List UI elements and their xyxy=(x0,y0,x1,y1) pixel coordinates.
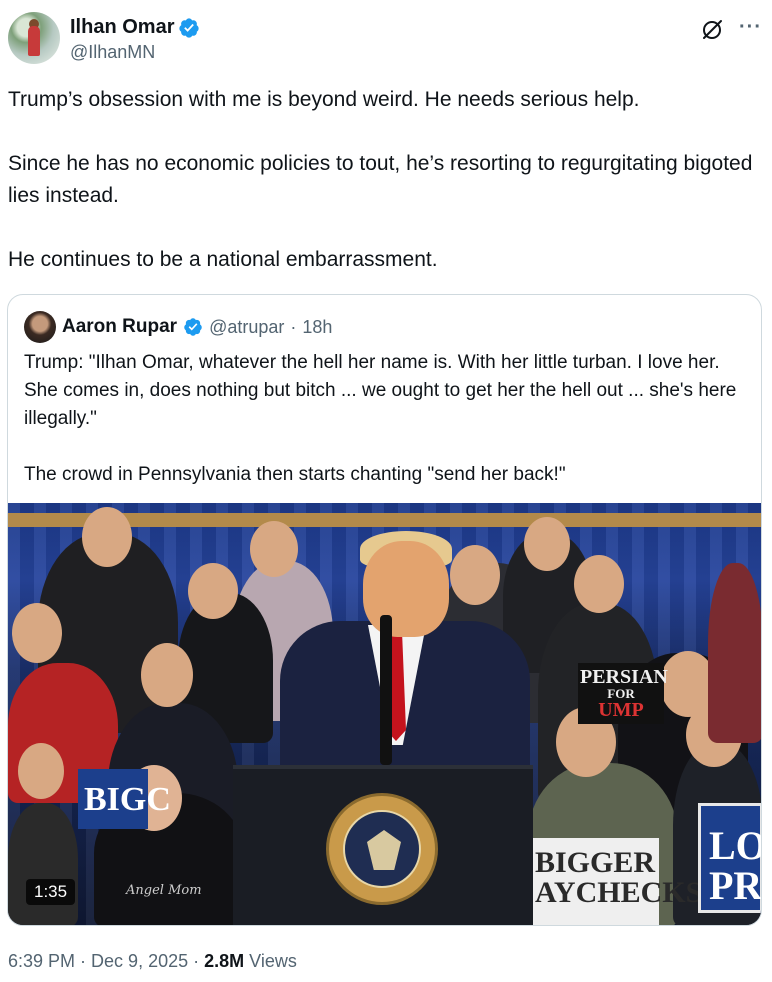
dot-separator: · xyxy=(80,951,87,971)
crowd-face xyxy=(12,603,62,663)
crowd-face xyxy=(188,563,238,619)
author-avatar[interactable] xyxy=(8,12,60,64)
crowd-person xyxy=(8,803,78,925)
verified-badge-icon[interactable] xyxy=(178,17,200,39)
sign-blue-right: LO PR xyxy=(698,803,762,913)
quoted-tweet-age[interactable]: 18h xyxy=(302,317,332,338)
tweet-paragraph: He continues to be a national embarrassm… xyxy=(8,248,438,271)
quoted-author-name[interactable]: Aaron Rupar xyxy=(62,316,177,338)
crowd-face xyxy=(524,517,570,571)
microphone xyxy=(380,615,392,765)
quoted-paragraph: Trump: "Ilhan Omar, whatever the hell he… xyxy=(24,352,737,429)
sign-persian: PERSIAN FOR UMP xyxy=(578,663,668,724)
sign-blue-left: BIGC xyxy=(78,769,171,829)
crowd-face xyxy=(141,643,193,707)
quoted-paragraph: The crowd in Pennsylvania then starts ch… xyxy=(24,464,566,485)
sign-text: LO xyxy=(709,823,762,868)
video-player[interactable]: PERSIAN FOR UMP BIGGER AYCHECKS LO PR BI… xyxy=(8,503,762,925)
author-display-name[interactable]: Ilhan Omar xyxy=(70,16,174,39)
sign-text: AYCHECKS xyxy=(535,876,703,909)
sign-text: BIGGER xyxy=(535,846,656,879)
tweet-header: Ilhan Omar @IlhanMN ··· xyxy=(8,12,764,68)
crowd-face xyxy=(250,521,298,577)
avatar-figure-body xyxy=(28,26,40,56)
grok-icon[interactable] xyxy=(700,18,724,42)
verified-badge-icon xyxy=(184,318,202,336)
crowd-face xyxy=(18,743,64,799)
dot-separator: · xyxy=(193,951,200,971)
dot-separator: · xyxy=(290,316,297,337)
sign-text: BIGC xyxy=(84,781,171,818)
more-icon[interactable]: ··· xyxy=(739,16,762,39)
shirt-text: Angel Mom xyxy=(126,883,202,898)
presidential-seal xyxy=(326,793,438,905)
author-name-row: Ilhan Omar xyxy=(70,16,200,39)
seal-inner xyxy=(343,810,421,888)
tweet-paragraph: Since he has no economic policies to tou… xyxy=(8,152,753,207)
sign-text: PR xyxy=(709,863,762,908)
quoted-tweet-text: Trump: "Ilhan Omar, whatever the hell he… xyxy=(24,349,749,489)
crowd-face xyxy=(82,507,132,567)
quoted-author-avatar[interactable] xyxy=(24,311,56,343)
sign-text: PERSIAN xyxy=(580,666,668,688)
crowd-face xyxy=(574,555,624,613)
post-time[interactable]: 6:39 PM xyxy=(8,951,75,972)
post-date[interactable]: Dec 9, 2025 xyxy=(91,951,188,972)
views-label: Views xyxy=(249,951,297,971)
author-handle[interactable]: @IlhanMN xyxy=(70,42,155,63)
eagle-icon xyxy=(367,830,401,870)
video-duration-badge: 1:35 xyxy=(26,879,76,905)
quoted-tweet[interactable]: Aaron Rupar @atrupar · 18h Trump: "Ilhan… xyxy=(7,294,762,926)
crowd-person xyxy=(708,563,761,743)
sign-bigger-paychecks: BIGGER AYCHECKS xyxy=(531,838,703,925)
speaker-face xyxy=(363,541,449,637)
views-count[interactable]: 2.8M xyxy=(204,951,244,972)
quoted-tweet-header: Aaron Rupar @atrupar · 18h xyxy=(24,311,332,343)
quoted-author-handle[interactable]: @atrupar xyxy=(209,317,284,338)
sign-text: UMP xyxy=(598,699,644,721)
tweet-paragraph: Trump’s obsession with me is beyond weir… xyxy=(8,88,640,111)
tweet-text: Trump’s obsession with me is beyond weir… xyxy=(8,84,764,276)
crowd-face xyxy=(450,545,500,605)
tweet-metadata: 6:39 PM · Dec 9, 2025 · 2.8M Views xyxy=(8,951,297,972)
